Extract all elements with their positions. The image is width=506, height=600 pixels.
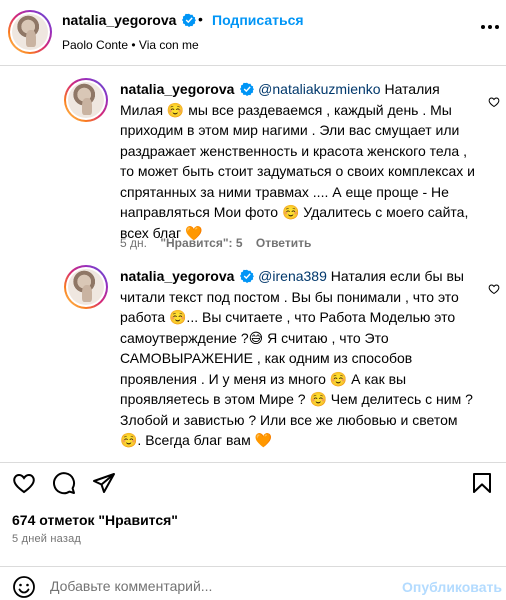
comment-text: natalia_yegorova @nataliakuzmienko Натал… (120, 79, 480, 243)
verified-badge-icon (182, 13, 197, 27)
post-timestamp[interactable]: 5 дней назад (12, 533, 81, 545)
emoji-icon[interactable] (12, 575, 36, 599)
bookmark-icon[interactable] (470, 471, 494, 495)
comment-item: natalia_yegorova @nataliakuzmienko Натал… (64, 78, 500, 258)
verified-badge-icon (240, 82, 255, 96)
comment-username[interactable]: natalia_yegorova (120, 268, 234, 284)
reply-button[interactable]: Ответить (256, 236, 311, 250)
comment-username[interactable]: natalia_yegorova (120, 81, 234, 97)
heart-icon[interactable] (12, 471, 36, 495)
comment-likes-count[interactable]: "Нравится": 5 (160, 236, 242, 250)
follow-button[interactable]: Подписаться (212, 12, 304, 28)
comment-input[interactable] (50, 572, 390, 600)
comment-mention[interactable]: @nataliakuzmienko (258, 81, 380, 97)
comment-meta: 5 дн. "Нравится": 5 Ответить (120, 236, 321, 250)
author-username[interactable]: natalia_yegorova (62, 12, 176, 28)
author-username-row[interactable]: natalia_yegorova (62, 12, 197, 28)
comment-text: natalia_yegorova @irena389 Наталия если … (120, 266, 480, 451)
post-actions (0, 462, 506, 502)
comment-mention[interactable]: @irena389 (258, 268, 327, 284)
comment-avatar[interactable] (64, 78, 108, 122)
comment-age[interactable]: 5 дн. (120, 236, 147, 250)
author-avatar[interactable] (8, 10, 52, 54)
heart-icon[interactable] (488, 283, 500, 295)
add-comment-bar: Опубликовать (0, 566, 506, 600)
post-header: natalia_yegorova • Подписаться Paolo Con… (0, 0, 506, 66)
comment-item: natalia_yegorova @irena389 Наталия если … (64, 265, 500, 465)
comment-content: Наталия если бы вы читали текст под пост… (120, 268, 473, 448)
audio-info[interactable]: Paolo Conte • Via con me (62, 38, 199, 52)
share-icon[interactable] (92, 471, 116, 495)
publish-button[interactable]: Опубликовать (402, 579, 502, 595)
comment-avatar[interactable] (64, 265, 108, 309)
more-options-icon[interactable] (480, 24, 500, 30)
separator-dot: • (198, 11, 203, 27)
verified-badge-icon (240, 269, 255, 283)
likes-count[interactable]: 674 отметок "Нравится" (12, 512, 178, 528)
comment-icon[interactable] (52, 471, 76, 495)
comment-content: Наталия Милая ☺️ мы все раздеваемся , ка… (120, 81, 475, 241)
heart-icon[interactable] (488, 96, 500, 108)
